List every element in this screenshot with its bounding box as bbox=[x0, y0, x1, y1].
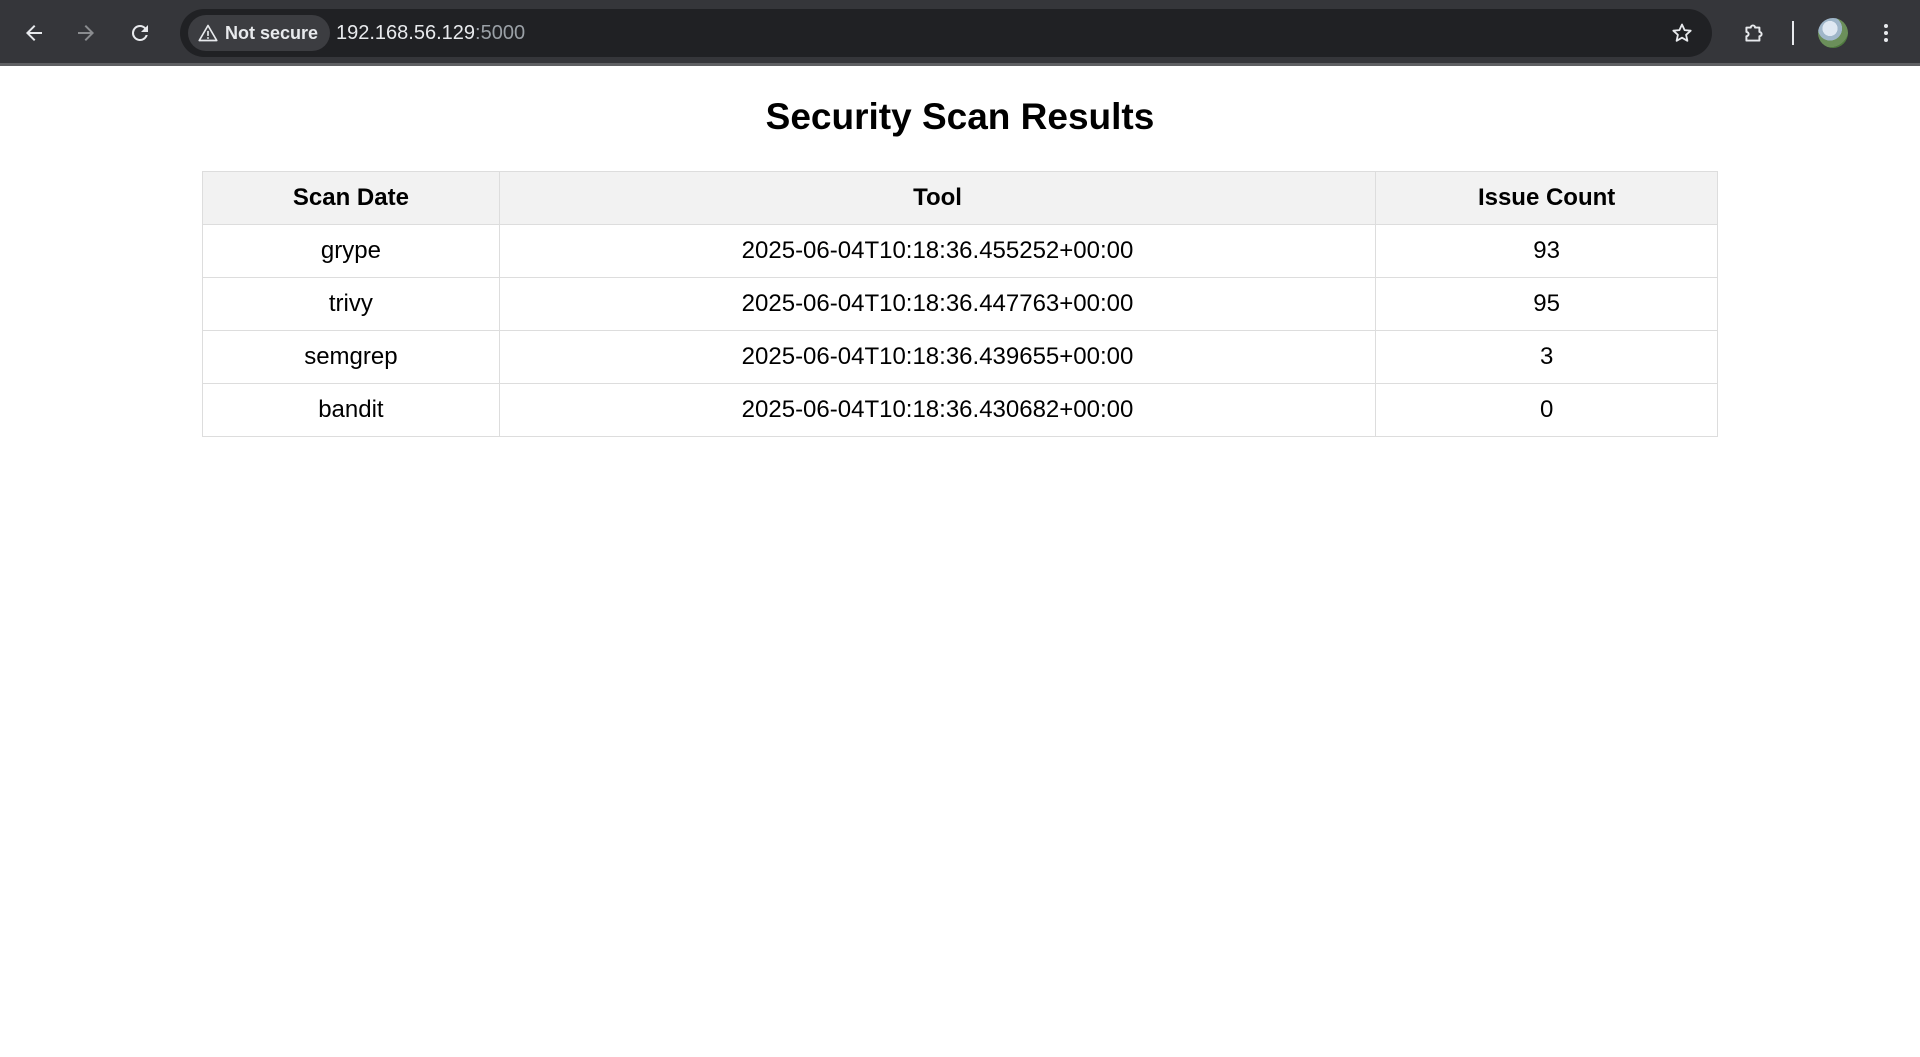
browser-toolbar: Not secure 192.168.56.129:5000 bbox=[0, 0, 1920, 66]
cell-issue-count: 95 bbox=[1375, 277, 1718, 331]
cell-scan-date: grype bbox=[202, 224, 500, 278]
extensions-button[interactable] bbox=[1732, 11, 1776, 55]
warning-triangle-icon bbox=[198, 24, 218, 42]
cell-issue-count: 0 bbox=[1375, 383, 1718, 437]
reload-button[interactable] bbox=[118, 11, 162, 55]
cell-issue-count: 93 bbox=[1375, 224, 1718, 278]
security-indicator[interactable]: Not secure bbox=[188, 15, 331, 51]
scan-results-table: Scan Date Tool Issue Count grype 2025-06… bbox=[202, 171, 1718, 437]
back-arrow-icon bbox=[26, 25, 42, 41]
page-content: Security Scan Results Scan Date Tool Iss… bbox=[0, 66, 1920, 1057]
cell-tool: 2025-06-04T10:18:36.439655+00:00 bbox=[498, 330, 1377, 384]
table-row: semgrep 2025-06-04T10:18:36.439655+00:00… bbox=[202, 330, 1718, 384]
url-host: 192.168.56.129 bbox=[336, 22, 476, 44]
cell-scan-date: bandit bbox=[202, 383, 500, 437]
url-port: :5000 bbox=[475, 22, 526, 44]
puzzle-icon bbox=[1745, 24, 1763, 42]
back-button[interactable] bbox=[12, 11, 56, 55]
column-header-tool: Tool bbox=[498, 171, 1377, 225]
toolbar-divider bbox=[1792, 21, 1794, 45]
reload-icon bbox=[131, 24, 148, 41]
column-header-issue-count: Issue Count bbox=[1375, 171, 1718, 225]
cell-scan-date: semgrep bbox=[202, 330, 500, 384]
table-row: grype 2025-06-04T10:18:36.455252+00:00 9… bbox=[202, 224, 1718, 278]
cell-tool: 2025-06-04T10:18:36.455252+00:00 bbox=[498, 224, 1377, 278]
address-bar[interactable]: Not secure 192.168.56.129:5000 bbox=[180, 9, 1712, 57]
table-row: trivy 2025-06-04T10:18:36.447763+00:00 9… bbox=[202, 277, 1718, 331]
cell-tool: 2025-06-04T10:18:36.447763+00:00 bbox=[498, 277, 1377, 331]
forward-arrow-icon bbox=[78, 25, 94, 41]
cell-issue-count: 3 bbox=[1375, 330, 1718, 384]
forward-button[interactable] bbox=[64, 11, 108, 55]
column-header-scan-date: Scan Date bbox=[202, 171, 500, 225]
url-text[interactable]: 192.168.56.129:5000 bbox=[336, 9, 525, 57]
kebab-menu-icon bbox=[1884, 24, 1888, 42]
security-label: Not secure bbox=[225, 22, 319, 43]
cell-tool: 2025-06-04T10:18:36.430682+00:00 bbox=[498, 383, 1377, 437]
avatar[interactable] bbox=[1818, 18, 1848, 48]
page-title: Security Scan Results bbox=[765, 96, 1155, 137]
table-header-row: Scan Date Tool Issue Count bbox=[202, 171, 1718, 225]
table-row: bandit 2025-06-04T10:18:36.430682+00:00 … bbox=[202, 383, 1718, 437]
star-icon bbox=[1672, 23, 1692, 42]
cell-scan-date: trivy bbox=[202, 277, 500, 331]
bookmark-button[interactable] bbox=[1660, 11, 1704, 55]
menu-button[interactable] bbox=[1864, 11, 1908, 55]
